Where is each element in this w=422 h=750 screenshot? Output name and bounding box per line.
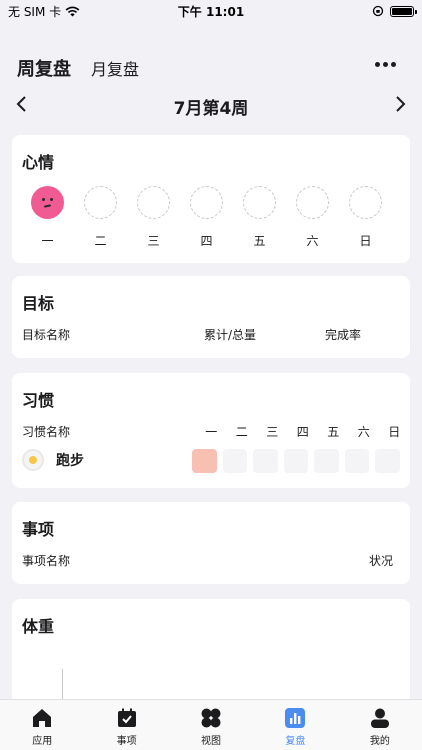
mood-face-icon[interactable] [31,186,64,219]
habit-cell-empty[interactable] [344,449,369,473]
wifi-icon [65,6,80,16]
tab-review[interactable]: 复盘 [253,700,337,750]
goal-col-name: 目标名称 [22,328,71,342]
habit-day-header: 一二三四五六日 [196,423,410,440]
mood-week-row: 一二三四五六日 [31,186,382,249]
mood-day[interactable]: 二 [84,186,117,249]
goal-col-rate: 完成率 [325,328,362,342]
task-col-name: 事项名称 [22,554,71,568]
bar-chart-icon [284,707,306,729]
grid-petals-icon [200,707,222,729]
mood-day[interactable]: 一 [31,186,64,249]
tab-tasks[interactable]: 事项 [84,700,168,750]
habit-cell-empty[interactable] [253,449,278,473]
mood-day[interactable]: 四 [190,186,223,249]
review-header: 周复盘 月复盘 [0,48,422,88]
tab-label: 应用 [32,736,53,747]
mood-empty-slot[interactable] [243,186,276,219]
mood-empty-slot[interactable] [190,186,223,219]
habit-day-label: 二 [235,425,248,439]
habit-checkin-cells [192,449,400,473]
weight-title: 体重 [22,617,55,636]
status-left: 无 SIM 卡 [8,3,80,20]
mood-empty-slot[interactable] [84,186,117,219]
mood-day[interactable]: 五 [243,186,276,249]
tab-mine[interactable]: 我的 [338,700,422,750]
mood-empty-slot[interactable] [137,186,170,219]
tab-views[interactable]: 视图 [169,700,253,750]
habit-col-name: 习惯名称 [22,425,71,439]
habit-day-label: 日 [388,425,401,439]
mood-day[interactable]: 日 [349,186,382,249]
mood-card: 心情 一 二 三 四 五 六 日 [12,135,410,263]
mood-day-label: 六 [306,234,319,248]
tab-bar: 应用 事项 视图 复盘 我的 [0,699,422,750]
tab-month-review[interactable]: 月复盘 [91,56,139,80]
habit-day-label: 四 [296,425,309,439]
tab-week-review[interactable]: 周复盘 [17,55,71,81]
task-col-status: 状况 [368,554,393,568]
user-icon [369,707,391,729]
mood-empty-slot[interactable] [349,186,382,219]
habit-day-label: 一 [205,425,218,439]
status-bar: 无 SIM 卡 下午 11:01 [0,0,422,22]
battery-icon [390,5,417,17]
mood-day-label: 一 [41,234,54,248]
habit-cell-empty[interactable] [314,449,339,473]
habit-day-label: 三 [266,425,279,439]
habit-row[interactable]: 跑步 [22,449,84,471]
weight-card: 体重 [12,599,410,709]
habit-day-label: 五 [327,425,340,439]
mood-day-label: 五 [253,234,266,248]
chevron-right-icon[interactable] [388,92,412,116]
mood-day-label: 二 [94,234,107,248]
task-title: 事项 [22,520,55,539]
mood-day-label: 四 [200,234,213,248]
carrier-text: 无 SIM 卡 [8,4,62,19]
habit-card: 习惯 习惯名称 一 二 三 四 五 六 日 跑步 [12,373,410,488]
mood-day[interactable]: 三 [137,186,170,249]
tab-label: 事项 [116,736,137,747]
habit-day-label: 六 [357,425,370,439]
habit-cell-empty[interactable] [283,449,308,473]
habit-cell-empty[interactable] [222,449,247,473]
habit-cell-done[interactable] [192,449,217,473]
mood-empty-slot[interactable] [296,186,329,219]
tab-label: 我的 [369,736,390,747]
week-title: 7月第4周 [173,99,249,119]
mood-day-label: 日 [359,234,372,248]
tab-label: 复盘 [285,736,306,747]
orientation-lock-icon [372,5,384,17]
fried-egg-icon [22,449,44,471]
home-icon [31,707,53,729]
goal-title: 目标 [22,294,55,313]
habit-title: 习惯 [22,391,55,410]
status-right [372,5,417,17]
tab-label: 视图 [201,736,222,747]
tab-apps[interactable]: 应用 [0,700,84,750]
mood-title: 心情 [22,153,55,172]
week-navigator: 7月第4周 [0,92,422,122]
mood-day[interactable]: 六 [296,186,329,249]
goal-card: 目标 目标名称 累计/总量 完成率 [12,276,410,358]
habit-cell-empty[interactable] [375,449,400,473]
more-icon[interactable] [375,62,396,67]
mood-day-label: 三 [147,234,160,248]
calendar-check-icon [116,707,138,729]
task-card: 事项 事项名称 状况 [12,502,410,584]
habit-name: 跑步 [56,453,84,469]
goal-col-total: 累计/总量 [204,328,257,342]
